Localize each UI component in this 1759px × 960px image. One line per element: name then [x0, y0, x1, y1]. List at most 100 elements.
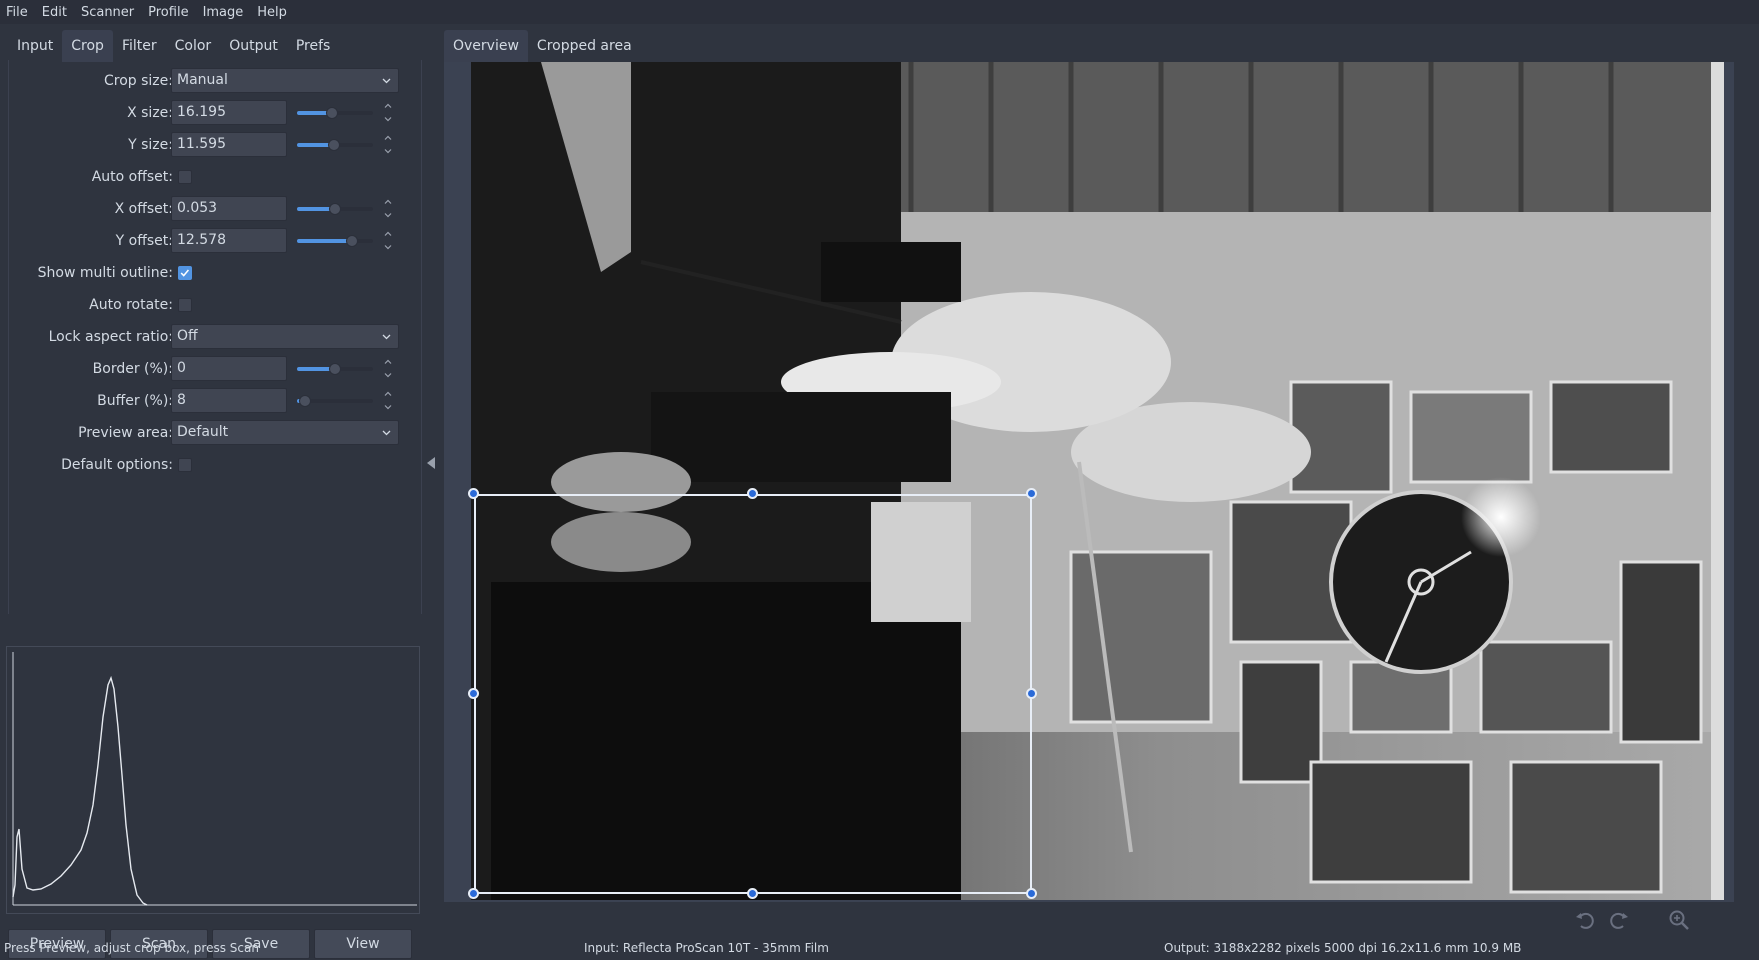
crop-handle-top-right[interactable]	[1026, 488, 1037, 499]
y-offset-label: Y offset:	[115, 233, 173, 249]
x-offset-row: X offset: 0.053	[9, 196, 421, 222]
settings-panel: Input Crop Filter Color Output Prefs Cro…	[0, 24, 432, 959]
crop-handle-left[interactable]	[468, 688, 479, 699]
chevron-up-icon[interactable]	[383, 229, 393, 239]
tab-color[interactable]: Color	[166, 30, 221, 62]
rotate-left-icon[interactable]	[1574, 909, 1596, 931]
crop-box[interactable]	[474, 494, 1032, 894]
chevron-down-icon[interactable]	[383, 114, 393, 124]
slider-handle[interactable]	[325, 107, 338, 119]
menu-image[interactable]: Image	[196, 5, 251, 20]
crop-handle-bottom[interactable]	[747, 888, 758, 899]
crop-size-value: Manual	[177, 72, 228, 88]
x-offset-slider[interactable]	[293, 202, 377, 216]
buffer-spinner[interactable]	[381, 388, 395, 414]
settings-tabbar: Input Crop Filter Color Output Prefs	[8, 30, 339, 62]
slider-handle[interactable]	[329, 203, 341, 215]
tab-input[interactable]: Input	[8, 30, 62, 62]
y-offset-spinner[interactable]	[381, 228, 395, 254]
auto-offset-row: Auto offset:	[9, 164, 421, 190]
preview-area-label: Preview area:	[78, 425, 173, 441]
preview-area-select[interactable]: Default	[171, 420, 399, 445]
chevron-up-icon[interactable]	[383, 357, 393, 367]
preview-viewport[interactable]	[444, 62, 1734, 902]
auto-rotate-checkbox[interactable]	[178, 298, 192, 312]
border-input[interactable]: 0	[171, 356, 287, 381]
show-multi-outline-row: Show multi outline:	[9, 260, 421, 286]
chevron-down-icon[interactable]	[383, 146, 393, 156]
menu-profile[interactable]: Profile	[141, 5, 195, 20]
preview-tabbar: Overview Cropped area	[444, 30, 641, 62]
default-options-checkbox[interactable]	[178, 458, 192, 472]
buffer-slider[interactable]	[293, 394, 377, 408]
x-offset-value: 0.053	[177, 200, 218, 216]
show-multi-outline-checkbox[interactable]	[178, 266, 192, 280]
show-multi-outline-label: Show multi outline:	[37, 265, 173, 281]
lock-aspect-ratio-select[interactable]: Off	[171, 324, 399, 349]
chevron-down-icon[interactable]	[383, 370, 393, 380]
slider-handle[interactable]	[298, 395, 311, 407]
buffer-value: 8	[177, 392, 186, 408]
x-offset-input[interactable]: 0.053	[171, 196, 287, 221]
tab-overview[interactable]: Overview	[444, 30, 528, 62]
chevron-down-icon[interactable]	[383, 242, 393, 252]
y-offset-input[interactable]: 12.578	[171, 228, 287, 253]
x-size-input[interactable]: 16.195	[171, 100, 287, 125]
y-size-row: Y size: 11.595	[9, 132, 421, 158]
y-size-slider[interactable]	[293, 138, 377, 152]
lock-aspect-ratio-row: Lock aspect ratio: Off	[9, 324, 421, 350]
auto-offset-checkbox[interactable]	[178, 170, 192, 184]
chevron-up-icon[interactable]	[383, 101, 393, 111]
tab-crop[interactable]: Crop	[62, 30, 113, 62]
border-slider[interactable]	[293, 362, 377, 376]
auto-rotate-row: Auto rotate:	[9, 292, 421, 318]
y-size-input[interactable]: 11.595	[171, 132, 287, 157]
chevron-up-icon[interactable]	[383, 133, 393, 143]
tab-filter[interactable]: Filter	[113, 30, 166, 62]
collapse-left-arrow-icon[interactable]	[425, 456, 437, 470]
y-offset-value: 12.578	[177, 232, 226, 248]
x-size-row: X size: 16.195	[9, 100, 421, 126]
preview-area-row: Preview area: Default	[9, 420, 421, 446]
crop-handle-top[interactable]	[747, 488, 758, 499]
buffer-label: Buffer (%):	[97, 393, 173, 409]
tab-output[interactable]: Output	[220, 30, 287, 62]
chevron-up-icon[interactable]	[383, 389, 393, 399]
border-spinner[interactable]	[381, 356, 395, 382]
crop-handle-top-left[interactable]	[468, 488, 479, 499]
chevron-down-icon[interactable]	[383, 402, 393, 412]
histogram-graph	[12, 652, 417, 906]
x-size-spinner[interactable]	[381, 100, 395, 126]
auto-rotate-label: Auto rotate:	[89, 297, 173, 313]
y-size-label: Y size:	[128, 137, 173, 153]
buffer-input[interactable]: 8	[171, 388, 287, 413]
x-offset-spinner[interactable]	[381, 196, 395, 222]
menu-edit[interactable]: Edit	[35, 5, 74, 20]
crop-handle-right[interactable]	[1026, 688, 1037, 699]
slider-handle[interactable]	[328, 139, 341, 151]
chevron-down-icon[interactable]	[383, 210, 393, 220]
chevron-up-icon[interactable]	[383, 197, 393, 207]
preview-panel: Overview Cropped area	[444, 24, 1759, 906]
default-options-row: Default options:	[9, 452, 421, 478]
crop-handle-bottom-left[interactable]	[468, 888, 479, 899]
menu-help[interactable]: Help	[250, 5, 294, 20]
x-size-slider[interactable]	[293, 106, 377, 120]
tab-cropped-area[interactable]: Cropped area	[528, 30, 641, 62]
slider-handle[interactable]	[329, 363, 341, 375]
border-value: 0	[177, 360, 186, 376]
crop-handle-bottom-right[interactable]	[1026, 888, 1037, 899]
rotate-right-icon[interactable]	[1608, 909, 1630, 931]
slider-handle[interactable]	[345, 235, 358, 247]
y-offset-slider[interactable]	[293, 234, 377, 248]
menu-scanner[interactable]: Scanner	[74, 5, 141, 20]
status-input-device: Input: Reflecta ProScan 10T - 35mm Film	[584, 941, 829, 955]
menu-file[interactable]: File	[0, 5, 35, 20]
zoom-in-icon[interactable]	[1668, 909, 1690, 931]
y-size-spinner[interactable]	[381, 132, 395, 158]
default-options-label: Default options:	[61, 457, 173, 473]
histogram-panel	[6, 646, 420, 914]
crop-size-select[interactable]: Manual	[171, 68, 399, 93]
y-offset-row: Y offset: 12.578	[9, 228, 421, 254]
tab-prefs[interactable]: Prefs	[287, 30, 339, 62]
